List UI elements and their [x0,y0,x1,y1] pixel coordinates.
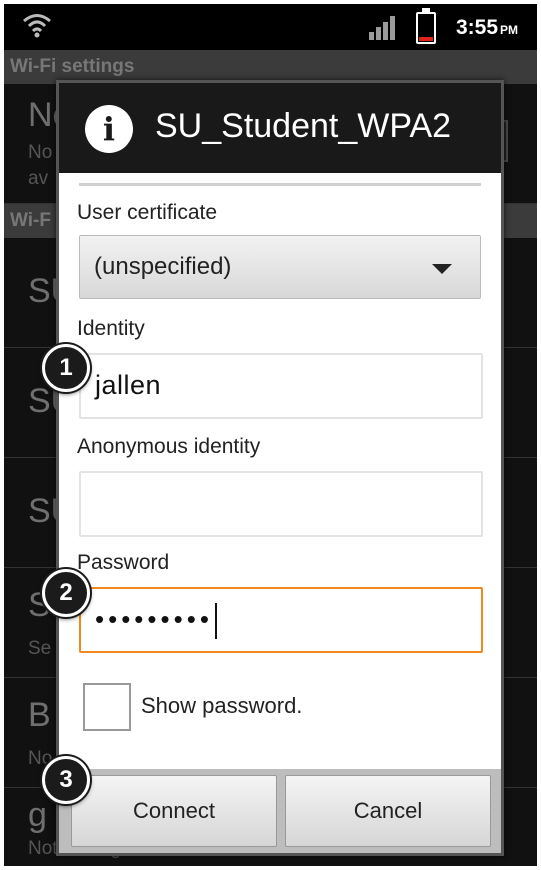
network-notification-subtitle-2: av [28,168,49,189]
network-row-title: g [28,796,47,834]
password-value: ••••••••• [95,603,217,639]
status-time: 3:55 PM [456,16,519,39]
identity-value: jallen [95,370,162,400]
callout-marker: 2 [42,569,90,617]
anonymous-identity-field[interactable] [79,471,483,537]
status-ampm: PM [500,23,519,37]
wifi-credentials-dialog: i SU_Student_WPA2 User certificate (unsp… [56,80,504,856]
network-row-title: B [28,696,51,734]
dialog-title: SU_Student_WPA2 [155,107,452,145]
phone-screen: 3:55 PM Wi-Fi settings Ne No av Wi-F SU S… [4,4,537,866]
identity-label: Identity [77,317,145,340]
connect-button[interactable]: Connect [71,775,277,847]
password-field[interactable]: ••••••••• [79,587,483,653]
callout-marker: 1 [42,344,90,392]
dialog-body: User certificate (unspecified) Identity … [59,173,501,769]
network-notification-subtitle: No [28,142,53,163]
callout-marker: 3 [42,756,90,804]
anonymous-identity-label: Anonymous identity [77,435,261,458]
identity-field[interactable]: jallen [79,353,483,419]
text-caret [214,603,217,639]
show-password-checkbox[interactable] [83,683,131,731]
user-certificate-value: (unspecified) [94,253,232,280]
password-label: Password [77,551,170,574]
user-certificate-select[interactable]: (unspecified) [79,235,481,299]
status-bar: 3:55 PM [4,4,537,50]
wifi-settings-header: Wi-Fi settings [4,50,537,84]
battery-icon [416,8,436,44]
cancel-button[interactable]: Cancel [285,775,491,847]
dialog-button-bar: Connect Cancel [59,769,501,853]
show-password-label: Show password. [141,693,303,718]
signal-icon [369,16,395,40]
dropdown-arrow-icon [432,264,452,274]
dialog-title-bar: i SU_Student_WPA2 [59,83,501,173]
info-icon: i [85,105,133,153]
scroll-divider [79,183,481,186]
user-certificate-label: User certificate [77,201,218,224]
network-row-subtitle: Se [28,638,52,659]
wifi-icon [23,14,51,38]
